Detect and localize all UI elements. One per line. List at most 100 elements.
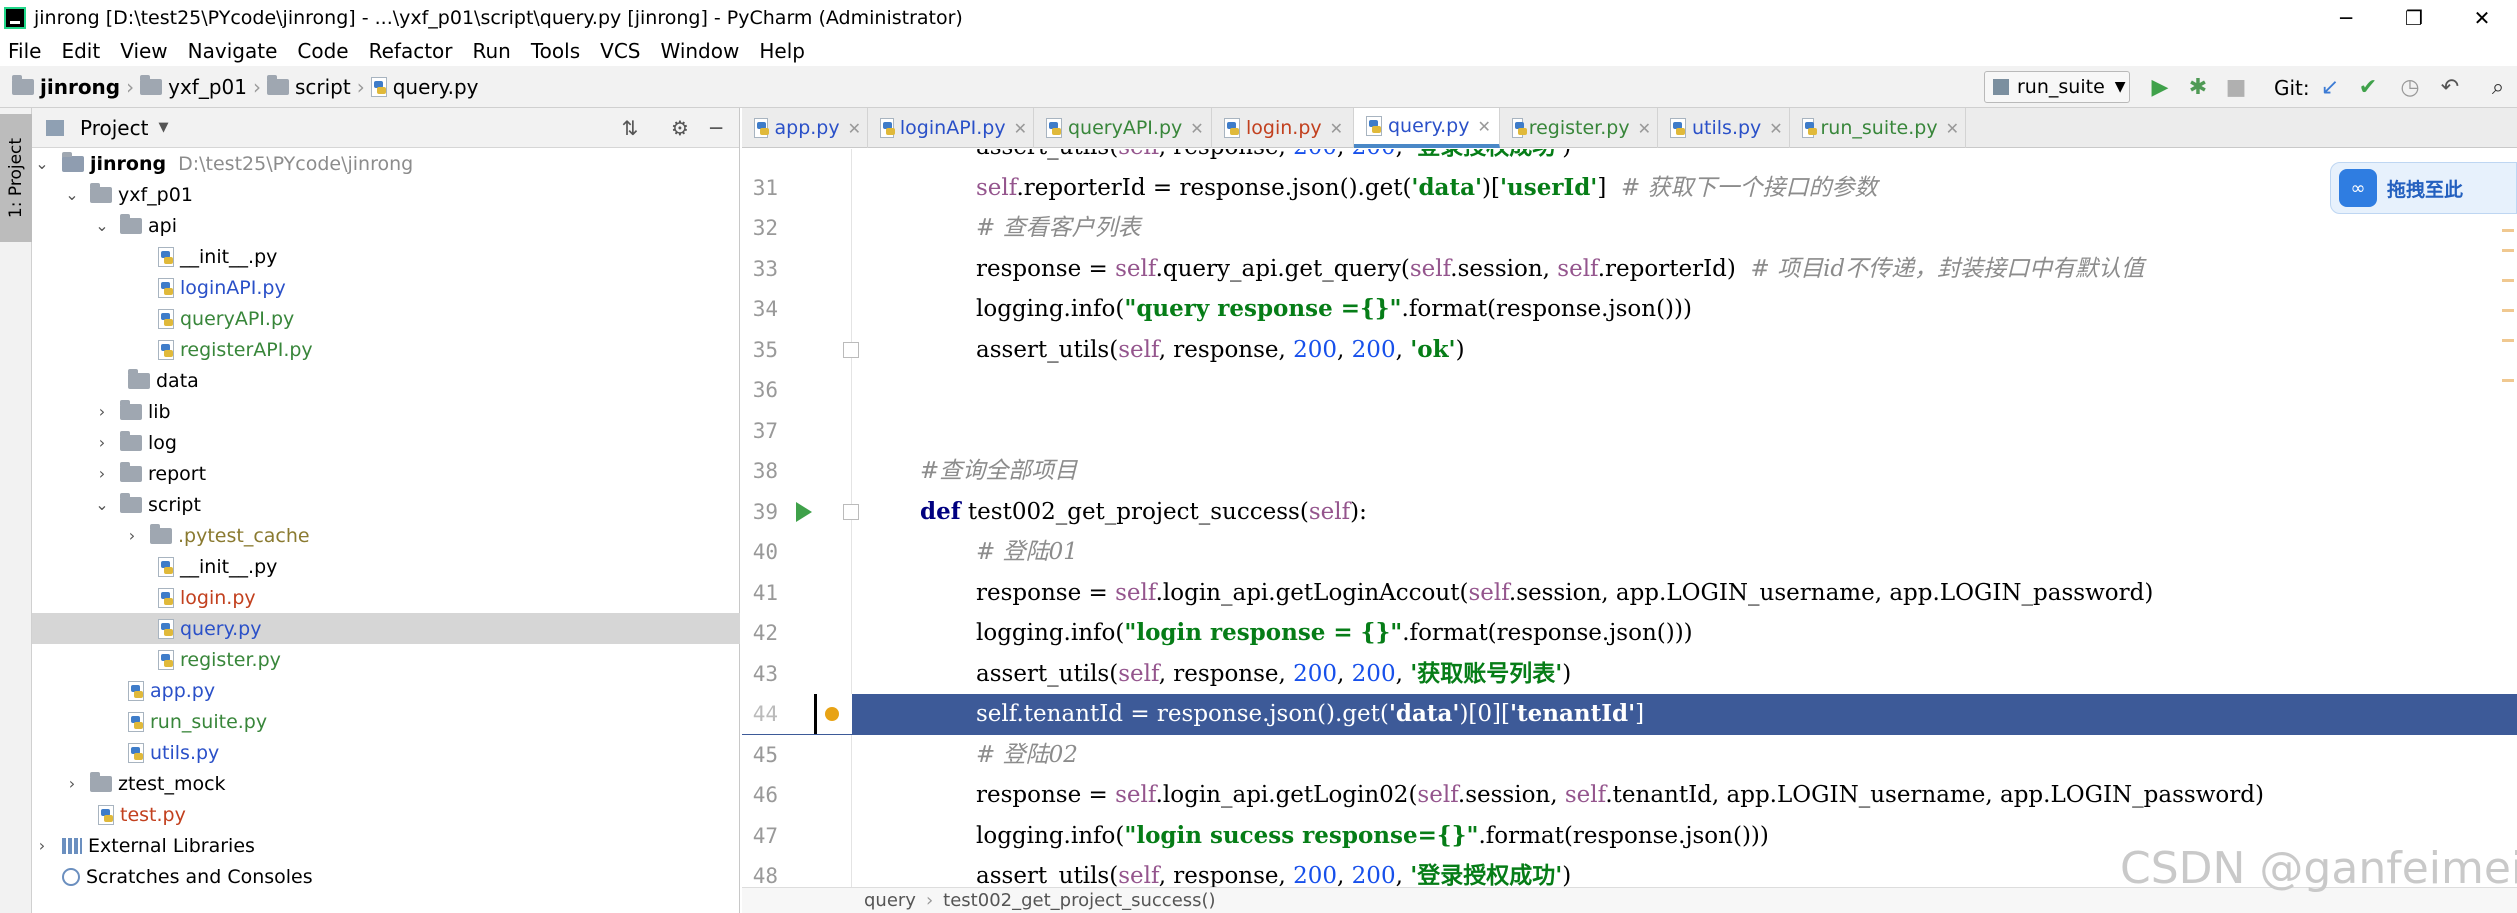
menu-file[interactable]: File [0, 39, 51, 63]
close-tab-icon[interactable]: ✕ [1014, 119, 1027, 138]
tab-run-suite[interactable]: run_suite.py ✕ [1790, 108, 1966, 148]
tab-queryapi[interactable]: queryAPI.py ✕ [1034, 108, 1212, 148]
tree-node-pytest-cache[interactable]: › .pytest_cache [32, 520, 740, 551]
run-configuration-select[interactable]: run_suite ▼ [1984, 71, 2130, 103]
tree-node-queryapi[interactable]: queryAPI.py [32, 303, 740, 334]
tree-node-loginapi[interactable]: loginAPI.py [32, 272, 740, 303]
tree-node-jinrong[interactable]: ⌄ jinrong D:\test25\PYcode\jinrong [32, 148, 740, 179]
tree-node-ztest-mock[interactable]: › ztest_mock [32, 768, 740, 799]
breadcrumb-query[interactable]: query.py [393, 75, 479, 99]
tab-register[interactable]: register.py ✕ [1500, 108, 1658, 148]
chevron-right-icon[interactable]: › [92, 433, 112, 452]
code-text: #查询全部项目 [920, 458, 1078, 484]
tree-node-login[interactable]: login.py [32, 582, 740, 613]
menu-vcs[interactable]: VCS [590, 39, 650, 63]
chevron-down-icon[interactable]: ⌄ [32, 154, 52, 173]
fold-marker-icon[interactable] [843, 341, 859, 358]
tree-node-register[interactable]: register.py [32, 644, 740, 675]
tree-node-yxf-p01[interactable]: ⌄ yxf_p01 [32, 179, 740, 210]
tree-node-data[interactable]: data [32, 365, 740, 396]
collapse-all-icon[interactable]: ⇅ [614, 112, 646, 144]
close-tab-icon[interactable]: ✕ [848, 119, 861, 138]
status-crumb-method[interactable]: test002_get_project_success() [943, 890, 1215, 911]
menu-code[interactable]: Code [287, 39, 358, 63]
line-number: 44 [742, 694, 778, 734]
tree-node-run-suite[interactable]: run_suite.py [32, 706, 740, 737]
tree-node-registerapi[interactable]: registerAPI.py [32, 334, 740, 365]
editor-scroll-markers[interactable] [2500, 149, 2517, 887]
fold-marker-icon[interactable] [843, 503, 859, 520]
project-tool-tab[interactable]: 1: Project [0, 114, 32, 242]
debug-icon[interactable]: ✱ [2182, 71, 2214, 103]
tree-node-test[interactable]: test.py [32, 799, 740, 830]
tree-node-external-libraries[interactable]: › External Libraries [32, 830, 740, 861]
tree-label: registerAPI.py [180, 338, 313, 361]
chevron-right-icon[interactable]: › [32, 836, 52, 855]
breadcrumb-project[interactable]: jinrong [40, 75, 120, 99]
maximize-button[interactable]: ❐ [2384, 0, 2444, 36]
tab-loginapi[interactable]: loginAPI.py ✕ [868, 108, 1034, 148]
menu-window[interactable]: Window [650, 39, 749, 63]
tree-node-query[interactable]: query.py [32, 613, 740, 644]
tree-node-utils[interactable]: utils.py [32, 737, 740, 768]
close-tab-icon[interactable]: ✕ [1946, 119, 1959, 138]
menu-run[interactable]: Run [463, 39, 521, 63]
window-title: jinrong [D:\test25\PYcode\jinrong] - ...… [34, 7, 963, 29]
chevron-right-icon[interactable]: › [92, 464, 112, 483]
tree-node-script[interactable]: ⌄ script [32, 489, 740, 520]
breadcrumb-yxf-p01[interactable]: yxf_p01 [168, 75, 247, 99]
close-tab-icon[interactable]: ✕ [1330, 119, 1343, 138]
menu-navigate[interactable]: Navigate [178, 39, 288, 63]
gear-icon[interactable]: ⚙ [664, 112, 696, 144]
menu-edit[interactable]: Edit [51, 39, 110, 63]
tree-node-scratches[interactable]: Scratches and Consoles [32, 861, 740, 892]
tree-node-log[interactable]: › log [32, 427, 740, 458]
tree-node-api-init[interactable]: __init__.py [32, 241, 740, 272]
menu-view[interactable]: View [110, 39, 177, 63]
stop-icon[interactable]: ■ [2220, 71, 2252, 103]
run-test-icon[interactable] [796, 501, 812, 522]
tree-node-app[interactable]: app.py [32, 675, 740, 706]
status-crumb-query[interactable]: query [864, 890, 916, 911]
menu-refactor[interactable]: Refactor [359, 39, 463, 63]
tree-node-script-init[interactable]: __init__.py [32, 551, 740, 582]
editor-tab-bar: app.py ✕ loginAPI.py ✕ queryAPI.py ✕ login.… [742, 108, 2517, 148]
menu-tools[interactable]: Tools [521, 39, 590, 63]
minimize-button[interactable]: ─ [2316, 0, 2376, 36]
close-tab-icon[interactable]: ✕ [1190, 119, 1203, 138]
tree-node-report[interactable]: › report [32, 458, 740, 489]
code-line: 43 assert_utils(self, response, 200, 200… [742, 654, 2517, 695]
close-tab-icon[interactable]: ✕ [1477, 117, 1490, 136]
tree-node-api[interactable]: ⌄ api [32, 210, 740, 241]
breakpoint-icon[interactable] [825, 707, 839, 721]
history-icon[interactable]: ◷ [2394, 71, 2426, 103]
chevron-right-icon[interactable]: › [92, 402, 112, 421]
revert-icon[interactable]: ↶ [2434, 71, 2466, 103]
hide-panel-icon[interactable]: ─ [700, 112, 732, 144]
chevron-right-icon[interactable]: › [122, 526, 142, 545]
tab-query[interactable]: query.py ✕ [1354, 108, 1500, 148]
breadcrumb-script[interactable]: script [295, 75, 351, 99]
tab-utils[interactable]: utils.py ✕ [1658, 108, 1790, 148]
chevron-down-icon[interactable]: ▼ [158, 120, 168, 135]
close-button[interactable]: ✕ [2452, 0, 2512, 36]
vcs-update-icon[interactable]: ↙ [2314, 71, 2346, 103]
menu-bar: File Edit View Navigate Code Refactor Ru… [0, 36, 2517, 66]
chevron-right-icon[interactable]: › [62, 774, 82, 793]
tree-node-lib[interactable]: › lib [32, 396, 740, 427]
code-editor[interactable]: assert_utils(self, response, 200, 200, '… [742, 149, 2517, 887]
project-panel-title[interactable]: Project [80, 116, 148, 140]
chevron-down-icon[interactable]: ⌄ [92, 216, 112, 235]
chevron-down-icon[interactable]: ⌄ [92, 495, 112, 514]
vcs-commit-icon[interactable]: ✔ [2352, 71, 2384, 103]
tab-login[interactable]: login.py ✕ [1212, 108, 1354, 148]
search-icon[interactable]: ⌕ [2482, 71, 2514, 103]
chevron-down-icon[interactable]: ⌄ [62, 185, 82, 204]
drag-here-button[interactable]: ∞ 拖拽至此 [2330, 162, 2517, 214]
tab-app[interactable]: app.py ✕ [742, 108, 868, 148]
close-tab-icon[interactable]: ✕ [1638, 119, 1651, 138]
close-tab-icon[interactable]: ✕ [1769, 119, 1782, 138]
menu-help[interactable]: Help [749, 39, 815, 63]
run-icon[interactable]: ▶ [2144, 71, 2176, 103]
python-file-icon [158, 618, 174, 639]
